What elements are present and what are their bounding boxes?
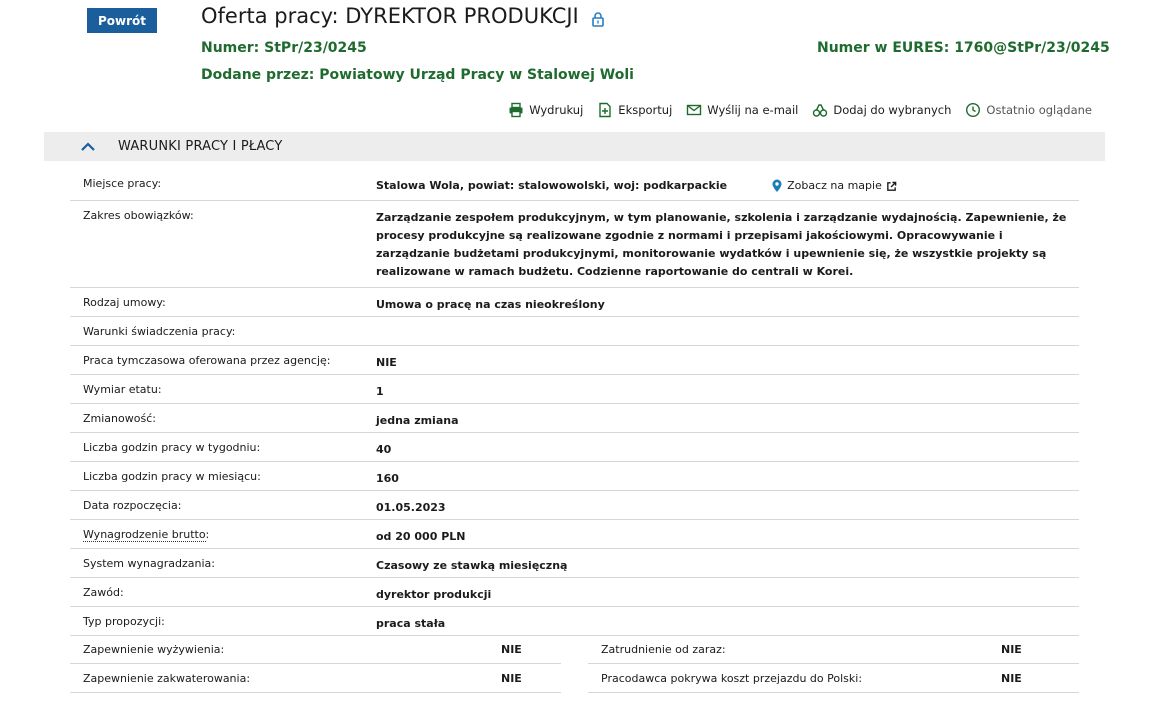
offer-number-label: Numer: xyxy=(201,40,260,56)
detail-value: 40 xyxy=(376,443,392,456)
extra-left-column: Zapewnienie wyżywienia: NIE Zapewnienie … xyxy=(70,635,561,693)
detail-row-salary: Wynagrodzenie brutto: od 20 000 PLN xyxy=(70,520,1079,549)
detail-value: praca stała xyxy=(376,617,446,630)
recent-button[interactable]: Ostatnio oglądane xyxy=(965,102,1092,118)
page-title: Oferta pracy: DYREKTOR PRODUKCJI xyxy=(201,4,605,28)
detail-value: Stalowa Wola, powiat: stalowowolski, woj… xyxy=(376,169,1079,195)
detail-value: od 20 000 PLN xyxy=(376,530,466,543)
map-link[interactable]: Zobacz na mapie xyxy=(771,177,897,195)
detail-label: Zakres obowiązków: xyxy=(83,209,194,222)
mail-icon xyxy=(687,104,702,116)
detail-value: 1 xyxy=(376,385,384,398)
added-by: Dodane przez: Powiatowy Urząd Pracy w St… xyxy=(201,67,634,83)
detail-row-hours-week: Liczba godzin pracy w tygodniu: 40 xyxy=(70,433,1079,462)
eures-number-label: Numer w EURES: xyxy=(817,40,950,56)
extra-row: Pracodawca pokrywa koszt przejazdu do Po… xyxy=(588,664,1079,693)
extra-label: Zapewnienie zakwaterowania: xyxy=(83,671,251,685)
extra-row: Zatrudnienie od zaraz: NIE xyxy=(588,635,1079,664)
detail-row-shift: Zmianowość: jedna zmiana xyxy=(70,404,1079,433)
toolbar: Wydrukuj Eksportuj Wyślij na e-mail Doda… xyxy=(508,102,1092,118)
added-by-value: Powiatowy Urząd Pracy w Stalowej Woli xyxy=(319,67,634,83)
extra-label: Zapewnienie wyżywienia: xyxy=(83,642,225,656)
detail-value: Zarządzanie zespołem produkcyjnym, w tym… xyxy=(376,211,1067,278)
detail-value xyxy=(376,317,1079,325)
print-button[interactable]: Wydrukuj xyxy=(508,102,583,118)
eures-number-value: 1760@StPr/23/0245 xyxy=(954,40,1110,56)
export-button[interactable]: Eksportuj xyxy=(597,102,672,118)
detail-value: Czasowy ze stawką miesięczną xyxy=(376,559,568,572)
extra-right-column: Zatrudnienie od zaraz: NIE Pracodawca po… xyxy=(588,635,1079,693)
detail-row-temp: Praca tymczasowa oferowana przez agencję… xyxy=(70,346,1079,375)
map-link-label: Zobacz na mapie xyxy=(787,179,882,192)
detail-label: Liczba godzin pracy w miesiącu: xyxy=(83,470,261,483)
section-title: WARUNKI PRACY I PŁACY xyxy=(118,139,283,154)
extra-conditions: Zapewnienie wyżywienia: NIE Zapewnienie … xyxy=(70,635,1079,693)
export-label: Eksportuj xyxy=(618,103,673,117)
detail-label: Wynagrodzenie brutto: xyxy=(70,520,376,542)
back-button[interactable]: Powrót xyxy=(87,8,157,33)
detail-label: Zawód: xyxy=(83,586,124,599)
detail-row-contract: Rodzaj umowy: Umowa o pracę na czas nieo… xyxy=(70,288,1079,317)
detail-label: Miejsce pracy: xyxy=(83,177,162,190)
place-value: Stalowa Wola, powiat: stalowowolski, woj… xyxy=(376,179,728,192)
section-toggle[interactable]: WARUNKI PRACY I PŁACY xyxy=(44,132,1105,161)
detail-row-offer-type: Typ propozycji: praca stała xyxy=(70,607,1079,636)
detail-value: 160 xyxy=(376,472,399,485)
clock-icon xyxy=(966,102,981,118)
offer-number-value: StPr/23/0245 xyxy=(264,40,367,56)
detail-row-profession: Zawód: dyrektor produkcji xyxy=(70,578,1079,607)
detail-row-hours-month: Liczba godzin pracy w miesiącu: 160 xyxy=(70,462,1079,491)
detail-label: System wynagradzania: xyxy=(83,557,215,570)
detail-row-pay-system: System wynagradzania: Czasowy ze stawką … xyxy=(70,549,1079,578)
extra-value: NIE xyxy=(1001,642,1022,656)
detail-row-conditions: Warunki świadczenia pracy: xyxy=(70,317,1079,346)
eures-number: Numer w EURES: 1760@StPr/23/0245 xyxy=(817,40,1110,56)
map-pin-icon xyxy=(772,179,782,192)
detail-label: Data rozpoczęcia: xyxy=(83,499,182,512)
detail-value: 01.05.2023 xyxy=(376,501,446,514)
printer-icon xyxy=(509,102,523,118)
detail-label: Wymiar etatu: xyxy=(83,383,162,396)
detail-label: Rodzaj umowy: xyxy=(83,296,166,309)
detail-value: NIE xyxy=(376,356,397,369)
detail-value: Umowa o pracę na czas nieokreślony xyxy=(376,298,605,311)
lock-icon xyxy=(591,8,605,27)
extra-value: NIE xyxy=(501,671,522,685)
chevron-up-icon xyxy=(81,141,95,151)
salary-tooltip-term[interactable]: Wynagrodzenie brutto xyxy=(83,528,206,542)
added-by-label: Dodane przez: xyxy=(201,67,315,83)
detail-label: Zmianowość: xyxy=(83,412,156,425)
details-list: Miejsce pracy: Stalowa Wola, powiat: sta… xyxy=(70,169,1079,636)
detail-label: Warunki świadczenia pracy: xyxy=(83,325,236,338)
detail-row-scope: Zakres obowiązków: Zarządzanie zespołem … xyxy=(70,201,1079,288)
detail-label: Praca tymczasowa oferowana przez agencję… xyxy=(83,354,331,367)
export-icon xyxy=(599,102,611,118)
favorite-icon xyxy=(813,104,828,117)
email-label: Wyślij na e-mail xyxy=(707,103,799,117)
detail-label: Typ propozycji: xyxy=(83,615,165,628)
extra-value: NIE xyxy=(501,642,522,656)
favorite-label: Dodaj do wybranych xyxy=(833,103,952,117)
extra-label: Zatrudnienie od zaraz: xyxy=(601,642,726,656)
detail-value: jedna zmiana xyxy=(376,414,459,427)
page-title-text: Oferta pracy: DYREKTOR PRODUKCJI xyxy=(201,4,579,28)
detail-row-fte: Wymiar etatu: 1 xyxy=(70,375,1079,404)
favorite-button[interactable]: Dodaj do wybranych xyxy=(812,102,951,118)
recent-label: Ostatnio oglądane xyxy=(986,103,1092,117)
extra-row: Zapewnienie wyżywienia: NIE xyxy=(70,635,561,664)
extra-label: Pracodawca pokrywa koszt przejazdu do Po… xyxy=(601,671,863,685)
extra-row: Zapewnienie zakwaterowania: NIE xyxy=(70,664,561,693)
offer-number: Numer: StPr/23/0245 xyxy=(201,40,367,56)
external-link-icon xyxy=(887,181,897,191)
detail-value: dyrektor produkcji xyxy=(376,588,492,601)
detail-label: Liczba godzin pracy w tygodniu: xyxy=(83,441,261,454)
print-label: Wydrukuj xyxy=(529,103,584,117)
detail-row-place: Miejsce pracy: Stalowa Wola, powiat: sta… xyxy=(70,169,1079,201)
salary-colon: : xyxy=(205,528,210,541)
email-button[interactable]: Wyślij na e-mail xyxy=(686,102,798,118)
extra-value: NIE xyxy=(1001,671,1022,685)
detail-row-start: Data rozpoczęcia: 01.05.2023 xyxy=(70,491,1079,520)
